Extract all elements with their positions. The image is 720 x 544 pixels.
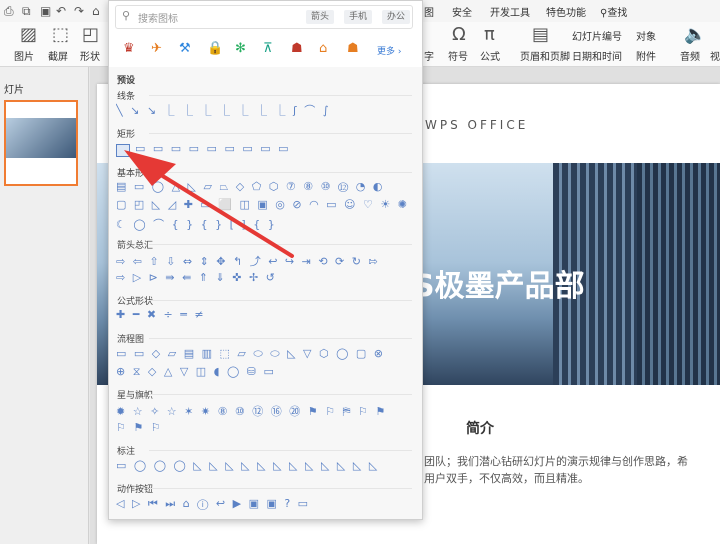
annotation-arrow [124, 150, 294, 258]
